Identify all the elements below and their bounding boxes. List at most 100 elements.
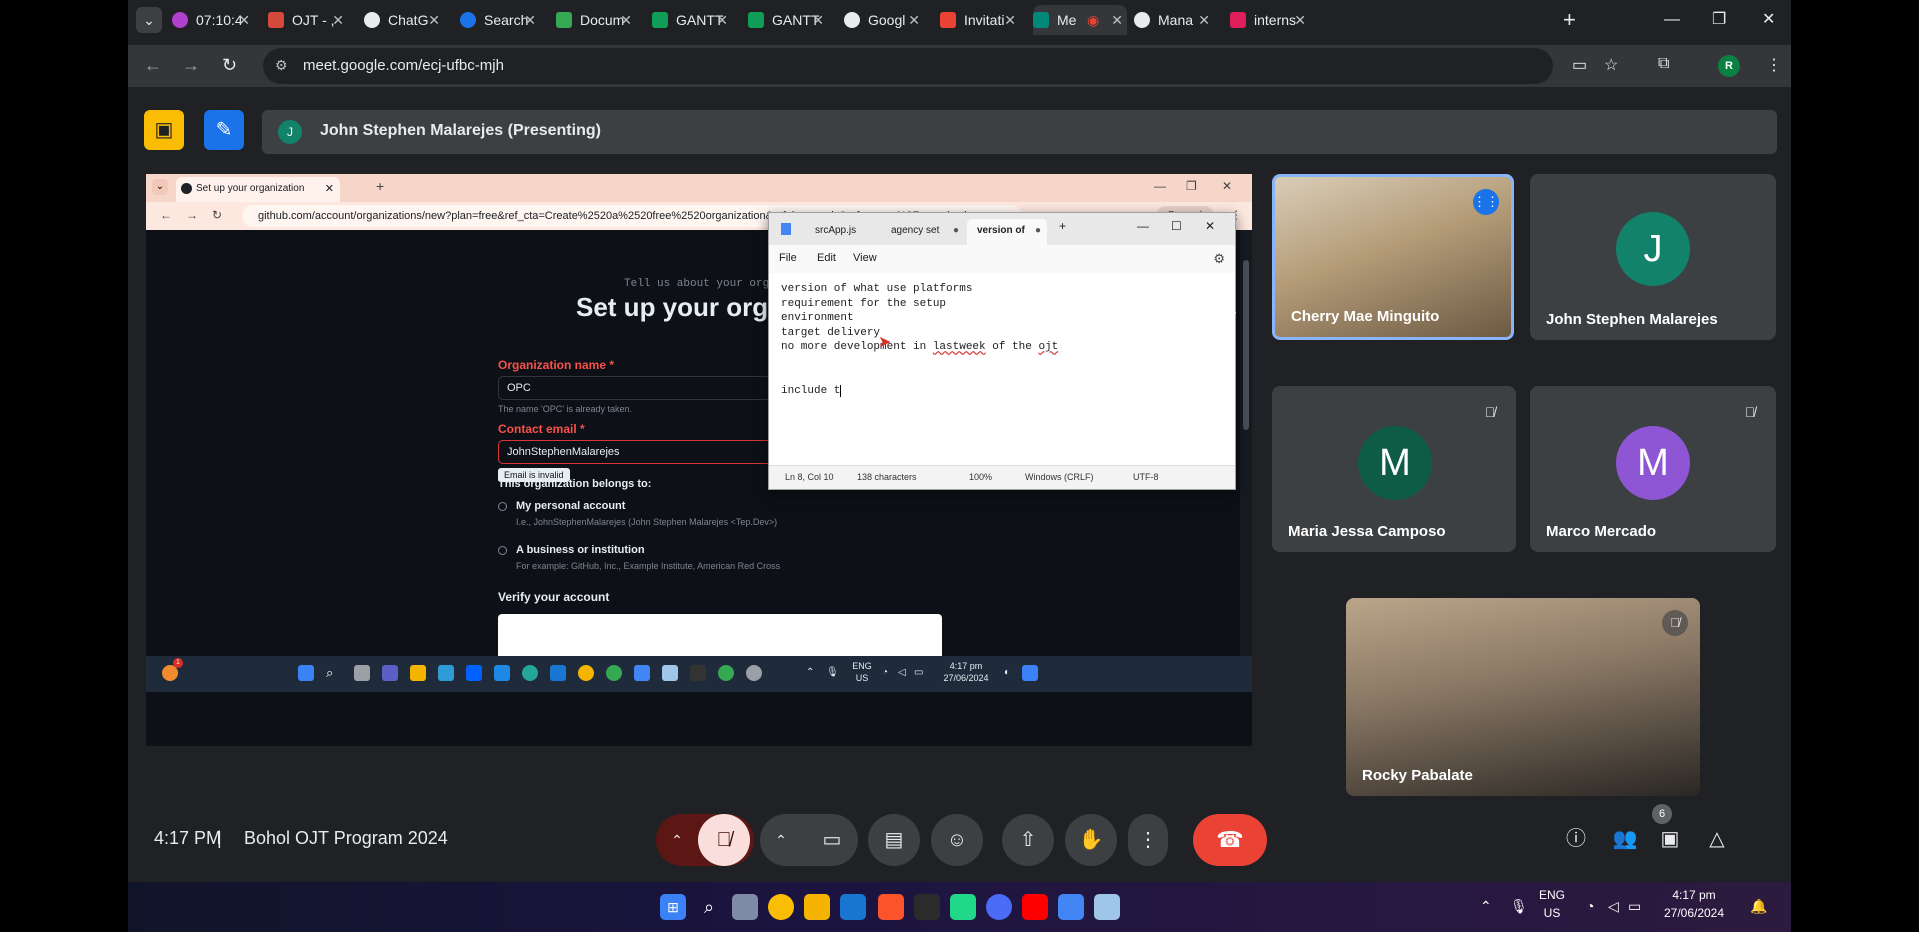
- tab-strip: ⌄ 07:10:4 ✕ OJT - , ✕ ChatG ✕ Search ✕ Docum…: [128, 0, 1791, 40]
- battery-icon[interactable]: ▭: [1628, 898, 1641, 915]
- tray-chevron-icon[interactable]: ⌃: [1480, 898, 1492, 915]
- tray-lang: ENG: [852, 661, 872, 671]
- mic-off-icon: 🎙̸: [1484, 404, 1496, 420]
- camera-in-use-icon[interactable]: ▭: [1572, 55, 1587, 75]
- address-bar[interactable]: ⚙ meet.google.com/ecj-ufbc-mjh: [263, 48, 1553, 84]
- profile-avatar[interactable]: R: [1718, 55, 1740, 77]
- participant-tile[interactable]: 🎙̸ M Marco Mercado: [1530, 386, 1776, 552]
- tab-meet[interactable]: Me ◉ ✕: [1033, 5, 1127, 35]
- tab-search-button[interactable]: ⌄: [136, 7, 162, 33]
- tab-close-icon[interactable]: ✕: [1198, 5, 1210, 35]
- end-call-button[interactable]: ☎: [1193, 814, 1267, 866]
- brave-icon[interactable]: [878, 894, 904, 920]
- tab-close-icon[interactable]: ✕: [332, 5, 344, 35]
- notif-badge: 1: [173, 658, 183, 668]
- tray-time[interactable]: 4:17 pm: [1656, 888, 1732, 902]
- minimize-button[interactable]: —: [1664, 5, 1680, 35]
- participant-tile[interactable]: ⋮⋮ Cherry Mae Minguito: [1272, 174, 1514, 340]
- tab-timer[interactable]: 07:10:4 ✕: [172, 5, 254, 35]
- app-icon: [438, 665, 454, 681]
- chrome-icon[interactable]: [768, 894, 794, 920]
- tab-close-icon[interactable]: ✕: [238, 5, 250, 35]
- more-options-button[interactable]: ⋮: [1128, 814, 1168, 866]
- tab-close-icon[interactable]: ✕: [1294, 5, 1306, 35]
- restore-button[interactable]: ❐: [1712, 5, 1726, 35]
- youtube-icon[interactable]: [1022, 894, 1048, 920]
- app-icon[interactable]: [986, 894, 1012, 920]
- stop-presenting-icon[interactable]: ▣: [144, 110, 184, 150]
- mic-icon[interactable]: 🎙: [1510, 898, 1528, 915]
- notepad-icon[interactable]: [1058, 894, 1084, 920]
- bookmark-star-icon[interactable]: ☆: [1604, 55, 1618, 75]
- mic-toggle-button[interactable]: 🎙̸: [698, 814, 750, 866]
- terminal-icon[interactable]: [914, 894, 940, 920]
- tab-search[interactable]: Search ✕: [460, 5, 540, 35]
- new-tab-button[interactable]: +: [1563, 5, 1576, 35]
- meeting-separator: |: [217, 828, 222, 848]
- pycharm-icon[interactable]: [950, 894, 976, 920]
- edge-icon: [522, 665, 538, 681]
- volume-icon[interactable]: ◁: [1608, 898, 1619, 915]
- forward-button[interactable]: →: [182, 55, 200, 76]
- tab-github[interactable]: Mana ✕: [1134, 5, 1214, 35]
- tray-date: 27/06/2024: [943, 673, 989, 683]
- site-info-icon[interactable]: ⚙: [275, 57, 288, 74]
- video-settings-chevron-icon[interactable]: ⌃: [760, 814, 802, 866]
- close-window-button[interactable]: ✕: [1762, 5, 1775, 35]
- option-personal: My personal account: [516, 500, 626, 512]
- tab-docs[interactable]: Docum ✕: [556, 5, 636, 35]
- tray-date[interactable]: 27/06/2024: [1656, 906, 1732, 920]
- participant-avatar: M: [1616, 426, 1690, 500]
- radio-business: [498, 546, 507, 555]
- tab-close-icon[interactable]: ✕: [524, 5, 536, 35]
- search-icon[interactable]: ⌕: [696, 894, 722, 920]
- status-chars: 138 characters: [857, 472, 917, 482]
- tab-gantt-1[interactable]: GANTT ✕: [652, 5, 732, 35]
- captions-button[interactable]: ▤: [868, 814, 920, 866]
- activities-icon[interactable]: △: [1702, 824, 1732, 854]
- volume-icon: ◁: [898, 667, 906, 678]
- snipping-tool-icon[interactable]: [1094, 894, 1120, 920]
- shared-screen: ⌄ Set up your organization ✕ + — ❐ ✕ ← →…: [146, 174, 1252, 746]
- vscode-icon[interactable]: [840, 894, 866, 920]
- people-icon[interactable]: 👥: [1610, 824, 1640, 854]
- notepad-tab-agency: agency set ●: [881, 219, 965, 245]
- tab-close-icon[interactable]: ✕: [1111, 5, 1123, 35]
- chat-icon[interactable]: ▣: [1655, 824, 1685, 854]
- participant-tile[interactable]: 🎙̸ M Maria Jessa Camposo: [1272, 386, 1516, 552]
- browser-menu-icon[interactable]: ⋮: [1766, 55, 1782, 75]
- camera-toggle-button[interactable]: ▭: [806, 814, 858, 866]
- tab-close-icon[interactable]: ✕: [812, 5, 824, 35]
- tab-google[interactable]: Googl ✕: [844, 5, 924, 35]
- back-button[interactable]: ←: [144, 55, 162, 76]
- reload-button[interactable]: ↻: [222, 55, 237, 76]
- tab-close-icon[interactable]: ✕: [1004, 5, 1016, 35]
- tab-slack[interactable]: interns ✕: [1230, 5, 1310, 35]
- notepad-minimize-icon: —: [1137, 219, 1149, 233]
- notification-icon[interactable]: 🔔: [1750, 898, 1767, 915]
- tab-close-icon[interactable]: ✕: [620, 5, 632, 35]
- raise-hand-button[interactable]: ✋: [1065, 814, 1117, 866]
- tray-lang[interactable]: ENG: [1534, 888, 1570, 902]
- unsaved-dot-icon: ●: [952, 225, 959, 236]
- meeting-info-icon[interactable]: ⓘ: [1561, 824, 1591, 854]
- audio-settings-chevron-icon[interactable]: ⌃: [656, 814, 698, 866]
- emoji-reaction-button[interactable]: ☺: [931, 814, 983, 866]
- tab-chatgpt[interactable]: ChatG ✕: [364, 5, 444, 35]
- tab-gmail[interactable]: Invitati ✕: [940, 5, 1020, 35]
- wifi-icon[interactable]: ◔: [1586, 898, 1594, 914]
- participant-tile[interactable]: J John Stephen Malarejes: [1530, 174, 1776, 340]
- participant-tile[interactable]: 🎙̸ Rocky Pabalate: [1346, 598, 1700, 796]
- tab-close-icon[interactable]: ✕: [428, 5, 440, 35]
- extensions-icon[interactable]: ⧉: [1658, 55, 1669, 73]
- file-explorer-icon[interactable]: [804, 894, 830, 920]
- tab-close-icon[interactable]: ✕: [716, 5, 728, 35]
- tab-ojt[interactable]: OJT - , ✕: [268, 5, 348, 35]
- present-screen-button[interactable]: ⇧: [1002, 814, 1054, 866]
- tray-region[interactable]: US: [1534, 906, 1570, 920]
- windows-start-icon[interactable]: ⊞: [660, 894, 686, 920]
- tab-close-icon[interactable]: ✕: [908, 5, 920, 35]
- annotate-icon[interactable]: ✎: [204, 110, 244, 150]
- tab-gantt-2[interactable]: GANTT ✕: [748, 5, 828, 35]
- copilot-icon[interactable]: [732, 894, 758, 920]
